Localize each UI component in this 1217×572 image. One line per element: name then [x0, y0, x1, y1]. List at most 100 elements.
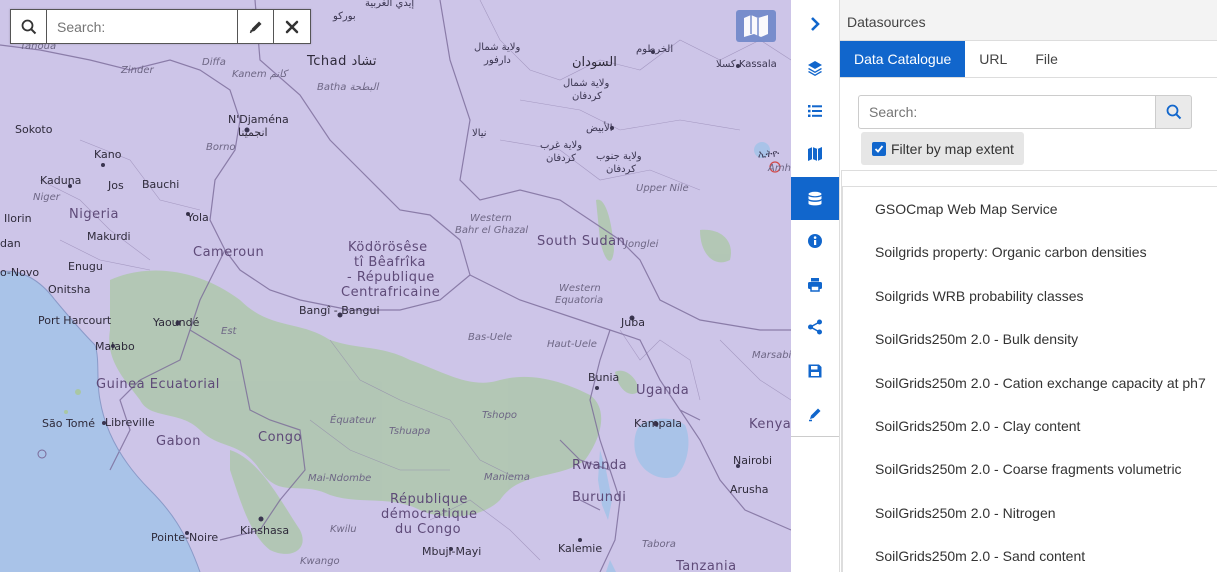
filter-by-extent-toggle[interactable]: Filter by map extent [861, 132, 1024, 165]
save-icon [808, 364, 822, 377]
map-label: كردفان [606, 164, 636, 175]
map-label: Port Harcourt [38, 314, 112, 327]
map-label: Kampala [634, 417, 682, 430]
map-label: du Congo [395, 522, 462, 537]
map-label: République [390, 492, 468, 507]
dataset-item[interactable]: Soilgrids WRB probability classes [843, 274, 1217, 317]
dataset-item[interactable]: SoilGrids250m 2.0 - Coarse fragments vol… [843, 447, 1217, 490]
map-label: Bahr el Ghazal [455, 225, 529, 236]
map-label: دارفور [484, 55, 511, 66]
map-label: São Tomé [42, 417, 96, 430]
map-label: Haut-Uele [547, 339, 597, 350]
map-label: Bangî - Bangui [299, 304, 380, 317]
map-label: N'Djaména [228, 113, 289, 126]
catalogue-search-bar [858, 95, 1192, 129]
map-label: Libreville [105, 416, 155, 429]
map-label: Nairobi [733, 454, 773, 467]
sidebar-item-print[interactable] [791, 263, 839, 306]
dataset-item[interactable]: Soilgrids property: Organic carbon densi… [843, 230, 1217, 273]
dataset-item[interactable]: SoilGrids250m 2.0 - Nitrogen [843, 491, 1217, 534]
sidebar-toolbar [791, 0, 840, 572]
map-label: Kwilu [330, 524, 357, 535]
map-label: Congo [258, 430, 302, 445]
tab-url[interactable]: URL [965, 41, 1021, 78]
info-icon [808, 233, 822, 248]
map-label: Jos [108, 179, 124, 192]
map-label: tî Bêafrîka [354, 255, 427, 270]
sidebar-item-info[interactable] [791, 219, 839, 262]
map-label: o-Novo [0, 266, 40, 279]
map-label: ولاية جنوب [596, 151, 642, 162]
tab-file[interactable]: File [1021, 41, 1072, 78]
search-icon [1166, 104, 1181, 120]
search-icon [21, 19, 36, 34]
map-label: Kwango [300, 556, 340, 567]
map-label: Tshuapa [389, 426, 431, 437]
map-search-input[interactable] [47, 10, 238, 43]
map-search-button[interactable] [11, 10, 47, 43]
map-label: Juba [621, 316, 645, 329]
map-label: ولاية شمال [474, 42, 521, 53]
sidebar-item-draw[interactable] [791, 392, 839, 435]
map-label: - République [347, 270, 435, 285]
map-label: السودان [572, 55, 617, 70]
map-search-draw-button[interactable] [238, 10, 274, 43]
sidebar-item-basemap[interactable] [791, 132, 839, 175]
pencil-icon [249, 21, 261, 33]
map-label: Kenya [749, 417, 791, 432]
sidebar-item-share[interactable] [791, 305, 839, 348]
dataset-item[interactable]: SoilGrids250m 2.0 - Sand content [843, 534, 1217, 572]
map-label: Tshopo [482, 410, 518, 421]
datasource-tabs: Data Catalogue URL File [840, 41, 1072, 78]
map-label: Marsabit [752, 350, 791, 361]
sidebar-item-datasources[interactable] [791, 177, 839, 220]
dataset-item[interactable]: GSOCmap Web Map Service [843, 187, 1217, 230]
map-label: كردفان [572, 91, 602, 102]
map-view[interactable]: Tahoua Zinder Diffa Kanem كانم Tchad تشا… [0, 0, 791, 572]
dataset-list: GSOCmap Web Map Service Soilgrids proper… [841, 170, 1217, 572]
map-label: Equatoria [555, 295, 604, 306]
map-label: Yaoundé [153, 316, 200, 329]
dataset-item[interactable]: SoilGrids250m 2.0 - Clay content [843, 404, 1217, 447]
map-label: Est [221, 326, 237, 337]
map-label: Rwanda [572, 458, 628, 473]
map-label: Onitsha [48, 283, 91, 296]
checkmark-icon [874, 144, 884, 153]
sidebar-item-layers[interactable] [791, 46, 839, 89]
map-label: ولاية شمال [563, 78, 610, 89]
map-label: Upper Nile [636, 183, 689, 194]
tab-data-catalogue[interactable]: Data Catalogue [840, 41, 966, 78]
map-search-clear-button[interactable] [274, 10, 310, 43]
dataset-item[interactable]: SoilGrids250m 2.0 - Cation exchange capa… [843, 361, 1217, 404]
map-label: Gabon [156, 434, 201, 449]
filter-label: Filter by map extent [891, 140, 1014, 157]
map-label: بوركو [333, 11, 356, 22]
basemap-switch-button[interactable] [736, 10, 776, 42]
dataset-item[interactable]: SoilGrids250m 2.0 - Bulk density [843, 317, 1217, 360]
map-label: Guinea Ecuatorial [96, 377, 220, 392]
catalogue-search-input[interactable] [858, 95, 1155, 129]
sidebar-collapse-button[interactable] [791, 2, 839, 45]
draw-icon [809, 408, 821, 421]
panel-title: Datasources [840, 0, 1217, 41]
filter-checkbox[interactable] [872, 141, 886, 156]
map-label: dan [0, 237, 21, 250]
legend-list-icon [808, 104, 822, 117]
map-label: Kano [94, 148, 122, 161]
map-label: Western [470, 213, 512, 224]
map-label: Uganda [636, 383, 690, 398]
map-label: كسلا Kassala [716, 59, 777, 70]
map-label: démocratique [381, 507, 478, 522]
map-label: Maniema [484, 472, 530, 483]
catalogue-search-button[interactable] [1155, 95, 1192, 129]
map-label: كردفان [546, 153, 576, 164]
map-label: Pointe-Noire [151, 531, 219, 544]
sidebar-item-legend[interactable] [791, 89, 839, 132]
sidebar-item-save[interactable] [791, 349, 839, 392]
map-label: Burundi [572, 490, 627, 505]
map-label: Kalemie [558, 542, 603, 555]
map-label: Western [559, 283, 601, 294]
layers-icon [808, 60, 822, 76]
map-label: Makurdi [87, 230, 131, 243]
map-icon [744, 15, 768, 37]
